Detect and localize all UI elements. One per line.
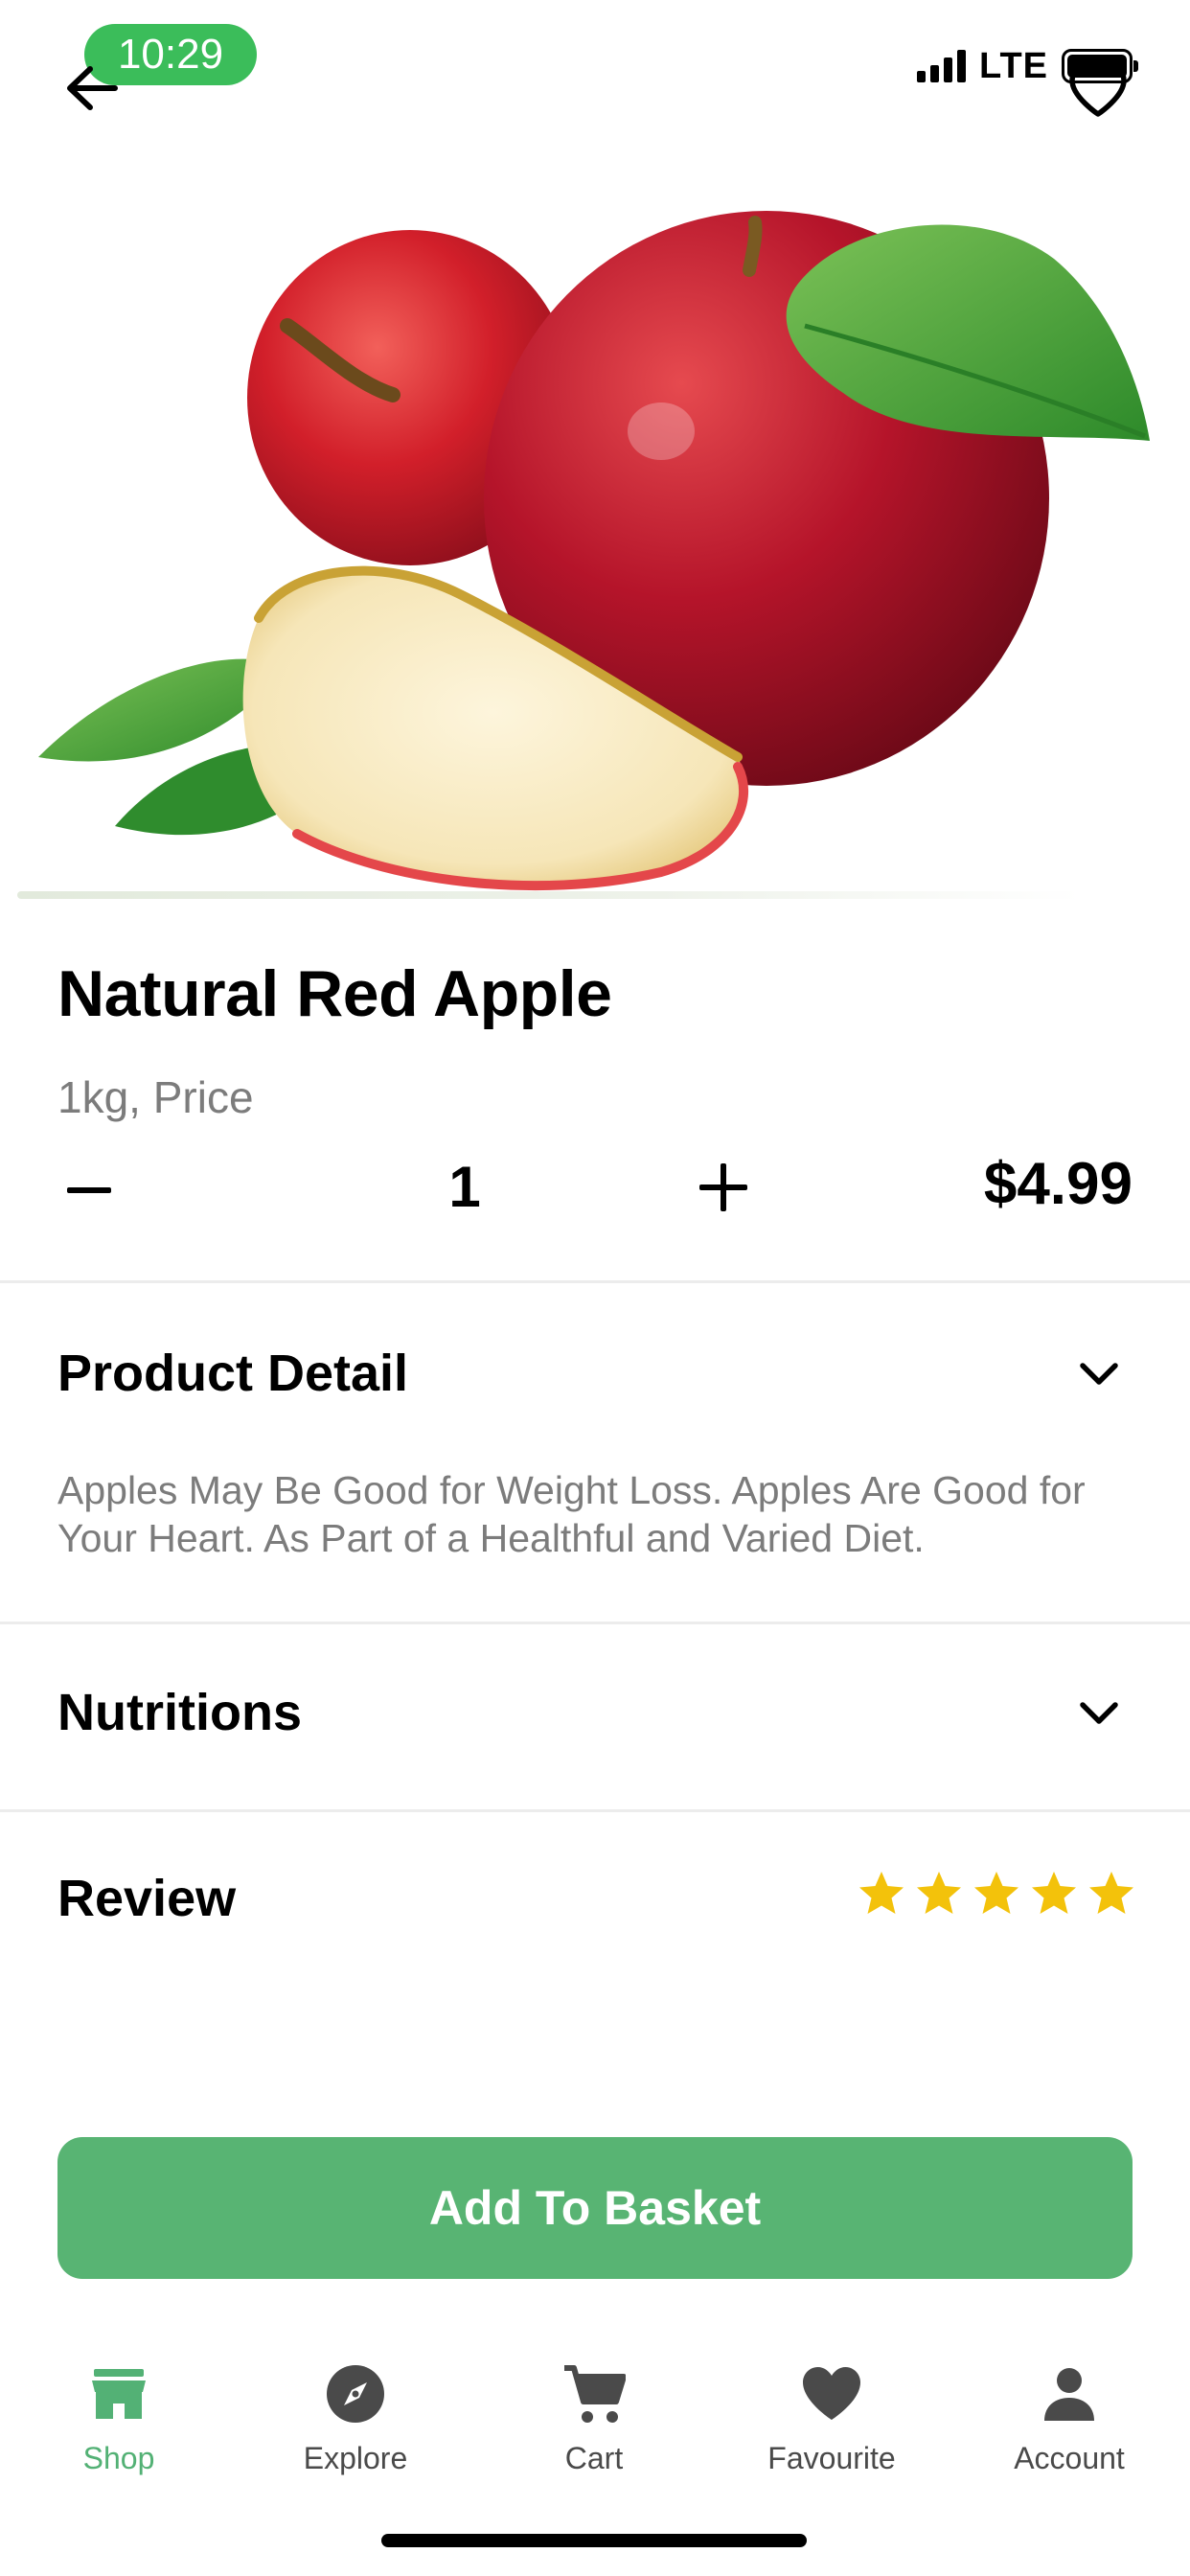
cart-icon xyxy=(561,2360,628,2427)
add-to-basket-button[interactable]: Add To Basket xyxy=(57,2137,1133,2279)
product-detail-title[interactable]: Product Detail xyxy=(57,1344,408,1403)
star-icon[interactable] xyxy=(1088,1871,1134,1915)
tab-label: Favourite xyxy=(767,2441,896,2475)
tab-shop[interactable]: Shop xyxy=(23,2353,215,2487)
product-unit: 1kg, Price xyxy=(57,1072,254,1122)
review-title[interactable]: Review xyxy=(57,1869,236,1928)
increase-quantity-button[interactable] xyxy=(699,1163,747,1211)
image-shadow xyxy=(17,891,1081,899)
star-icon[interactable] xyxy=(858,1871,904,1915)
divider xyxy=(0,1809,1190,1812)
tab-label: Shop xyxy=(82,2441,155,2475)
tab-label: Account xyxy=(1014,2441,1125,2475)
back-button[interactable] xyxy=(57,59,126,117)
product-image xyxy=(0,144,1190,910)
chevron-down-icon[interactable] xyxy=(1075,1355,1123,1393)
arrow-left-icon xyxy=(67,66,118,110)
divider xyxy=(0,1622,1190,1624)
tab-label: Explore xyxy=(303,2441,408,2475)
star-icon[interactable] xyxy=(973,1871,1019,1915)
product-title: Natural Red Apple xyxy=(57,957,612,1030)
decrease-quantity-button[interactable] xyxy=(67,1187,111,1193)
tab-label: Cart xyxy=(564,2441,624,2475)
tab-account[interactable]: Account xyxy=(973,2353,1165,2487)
favorite-button[interactable] xyxy=(1062,59,1134,123)
nutritions-title[interactable]: Nutritions xyxy=(57,1683,302,1742)
heart-outline-icon xyxy=(1069,64,1127,117)
quantity-value: 1 xyxy=(448,1155,481,1219)
divider xyxy=(0,1280,1190,1283)
store-icon xyxy=(85,2360,152,2427)
star-icon[interactable] xyxy=(916,1871,962,1915)
quantity-row: 1 $4.99 xyxy=(57,1146,1133,1232)
star-icon[interactable] xyxy=(1031,1871,1077,1915)
signal-icon xyxy=(917,50,967,82)
compass-icon xyxy=(322,2360,389,2427)
tab-cart[interactable]: Cart xyxy=(498,2353,690,2487)
tab-explore[interactable]: Explore xyxy=(260,2353,451,2487)
product-price: $4.99 xyxy=(983,1151,1133,1217)
home-indicator[interactable] xyxy=(381,2534,807,2547)
person-icon xyxy=(1036,2360,1103,2427)
chevron-down-icon[interactable] xyxy=(1075,1694,1123,1733)
bottom-tab-bar: Shop Explore Cart Favourite Account xyxy=(0,2353,1190,2487)
product-description: Apples May Be Good for Weight Loss. Appl… xyxy=(57,1468,1086,1560)
rating-stars[interactable] xyxy=(858,1871,1134,1915)
heart-icon xyxy=(798,2360,865,2427)
tab-favourite[interactable]: Favourite xyxy=(736,2353,927,2487)
network-type: LTE xyxy=(979,45,1048,86)
